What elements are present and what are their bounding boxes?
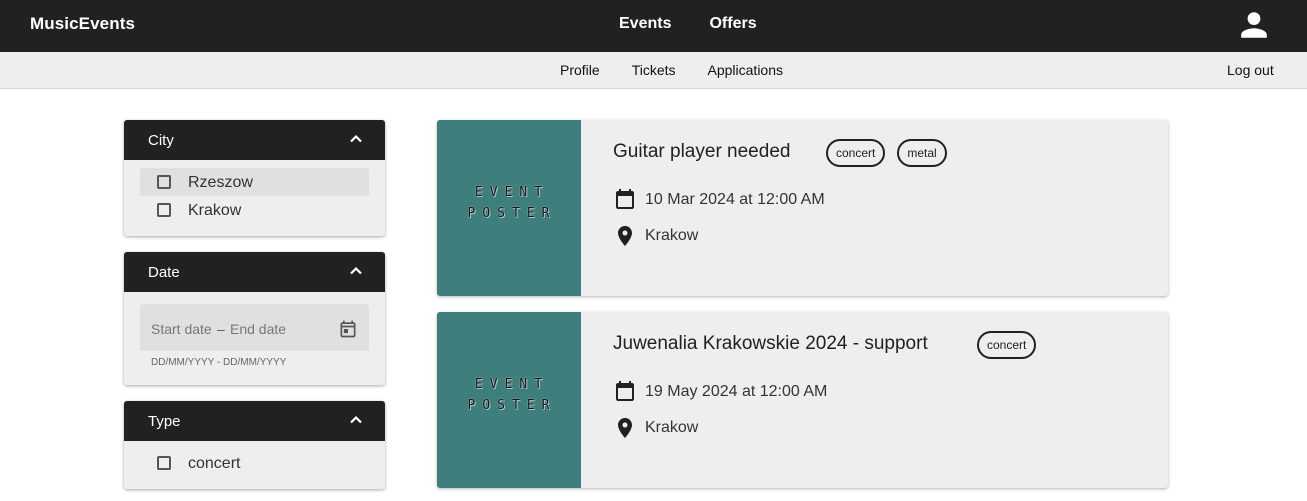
city-option-krakow[interactable]: Krakow: [140, 196, 369, 224]
nav-profile[interactable]: Profile: [560, 62, 600, 78]
city-filter-panel: City Rzeszow Krakow: [124, 120, 385, 236]
account-icon[interactable]: [1238, 9, 1270, 41]
type-filter-title: Type: [148, 413, 181, 430]
nav-tickets[interactable]: Tickets: [632, 62, 676, 78]
brand-logo[interactable]: MusicEvents: [30, 14, 135, 34]
date-filter-title: Date: [148, 264, 180, 281]
type-option-concert[interactable]: concert: [140, 449, 369, 477]
nav-offers[interactable]: Offers: [709, 15, 756, 33]
location-pin-icon: [618, 418, 632, 438]
nav-events[interactable]: Events: [619, 15, 671, 33]
city-filter-title: City: [148, 132, 174, 149]
tag-chip[interactable]: concert: [977, 331, 1037, 359]
poster-line: POSTER: [467, 206, 557, 221]
nav-applications[interactable]: Applications: [708, 62, 784, 78]
event-poster: EVENT POSTER: [437, 312, 581, 488]
date-range-input[interactable]: Start date – End date: [140, 304, 369, 351]
location-pin-icon: [618, 226, 632, 246]
city-option-label: Krakow: [188, 202, 242, 219]
event-tags: concert: [977, 331, 1037, 359]
type-filter-panel: Type concert: [124, 401, 385, 489]
logout-link[interactable]: Log out: [1227, 62, 1274, 78]
chevron-up-icon: [350, 266, 362, 275]
date-filter-panel: Date Start date – End date DD/MM/YYYY - …: [124, 252, 385, 385]
city-option-label: Rzeszow: [188, 174, 253, 191]
calendar-icon: [616, 189, 634, 209]
calendar-icon[interactable]: [338, 319, 358, 339]
poster-placeholder-text: EVENT POSTER: [437, 182, 581, 224]
main-nav: Events Offers: [619, 15, 757, 33]
event-title[interactable]: Juwenalia Krakowskie 2024 - support: [613, 333, 928, 355]
checkbox[interactable]: [157, 175, 171, 189]
poster-line: EVENT: [474, 377, 550, 392]
date-format-hint: DD/MM/YYYY - DD/MM/YYYY: [151, 357, 287, 368]
city-option-rzeszow[interactable]: Rzeszow: [140, 168, 369, 196]
secondary-nav: Profile Tickets Applications: [560, 62, 783, 78]
date-filter-header[interactable]: Date: [124, 252, 385, 292]
chevron-up-icon: [350, 415, 362, 424]
checkbox[interactable]: [157, 203, 171, 217]
type-filter-header[interactable]: Type: [124, 401, 385, 441]
event-tags: concert metal: [826, 139, 947, 167]
tag-chip[interactable]: concert: [826, 139, 886, 167]
secondary-nav-bar: Profile Tickets Applications Log out: [0, 52, 1307, 89]
type-option-label: concert: [188, 455, 241, 472]
poster-placeholder-text: EVENT POSTER: [437, 374, 581, 416]
event-date: 19 May 2024 at 12:00 AM: [645, 383, 828, 400]
chevron-up-icon: [350, 134, 362, 143]
calendar-icon: [616, 381, 634, 401]
event-card[interactable]: EVENT POSTER Juwenalia Krakowskie 2024 -…: [437, 312, 1168, 488]
event-location: Krakow: [645, 227, 699, 244]
start-date-input[interactable]: Start date: [151, 321, 212, 337]
event-date: 10 Mar 2024 at 12:00 AM: [645, 191, 825, 208]
date-separator: –: [217, 321, 225, 337]
poster-line: EVENT: [474, 185, 550, 200]
event-title[interactable]: Guitar player needed: [613, 141, 790, 163]
event-poster: EVENT POSTER: [437, 120, 581, 296]
checkbox[interactable]: [157, 456, 171, 470]
event-location: Krakow: [645, 419, 699, 436]
end-date-input[interactable]: End date: [230, 321, 286, 337]
poster-line: POSTER: [467, 398, 557, 413]
top-app-bar: MusicEvents Events Offers: [0, 0, 1307, 52]
event-card[interactable]: EVENT POSTER Guitar player needed concer…: [437, 120, 1168, 296]
city-filter-header[interactable]: City: [124, 120, 385, 160]
tag-chip[interactable]: metal: [897, 139, 947, 167]
